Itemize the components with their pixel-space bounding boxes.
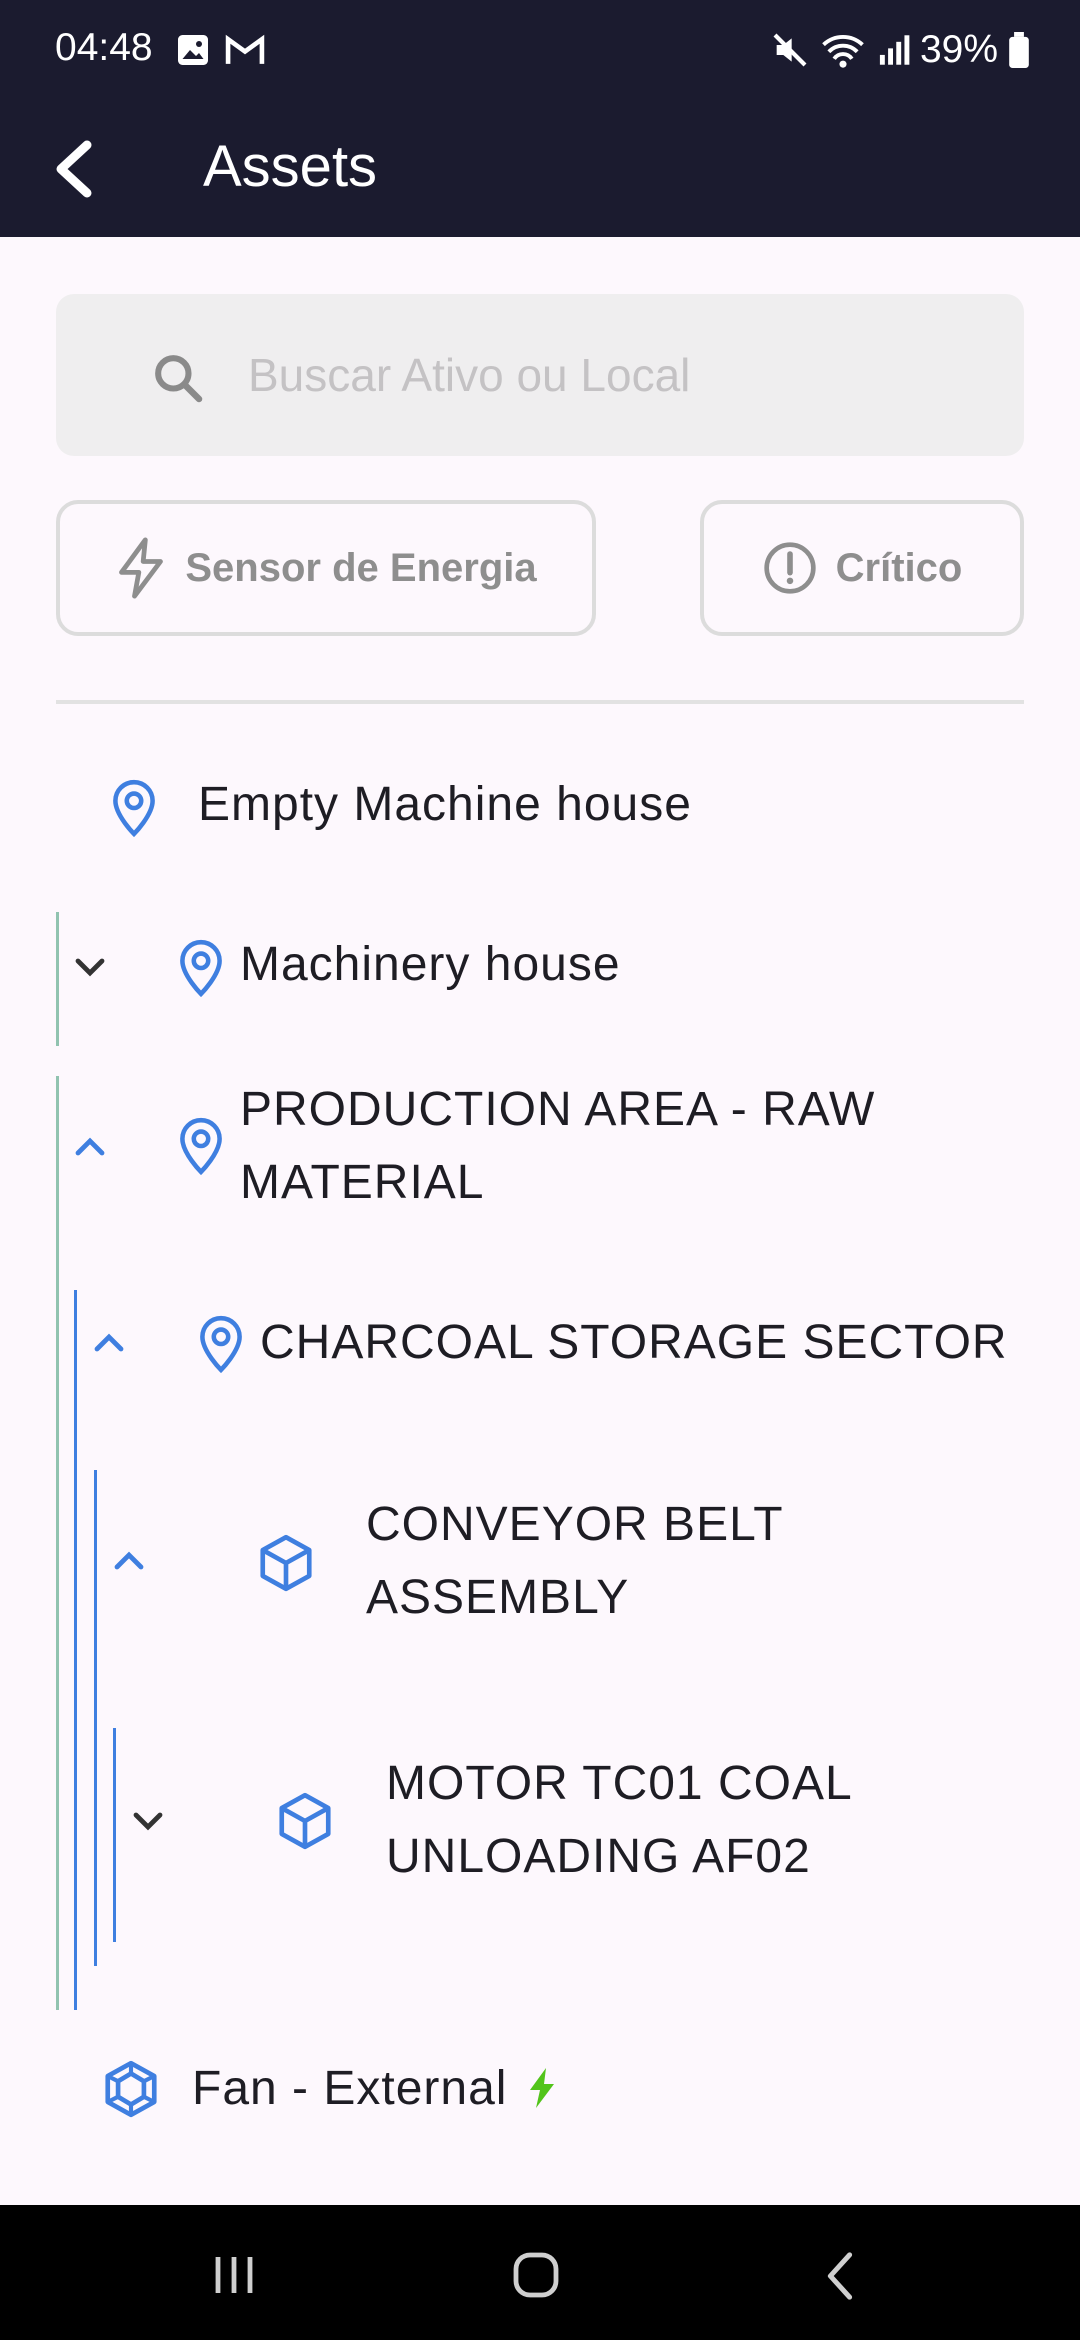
tree-guide-line	[74, 1290, 77, 2010]
tree-item-label: Empty Machine house	[198, 778, 692, 831]
location-pin-icon	[200, 1316, 242, 1374]
mute-icon	[773, 33, 807, 67]
location-pin-icon	[180, 940, 222, 998]
chevron-down-icon[interactable]	[130, 1806, 166, 1836]
energy-sensor-filter-button[interactable]: Sensor de Energia	[56, 500, 596, 636]
lightning-icon	[119, 537, 164, 599]
tree-item-label-line2: ASSEMBLY	[366, 1571, 630, 1624]
page-title: Assets	[203, 134, 378, 199]
system-navigation-bar	[0, 2205, 1080, 2340]
recent-apps-icon[interactable]	[210, 2253, 258, 2297]
search-icon	[155, 355, 203, 403]
app-bar: Assets	[0, 100, 1080, 237]
divider	[56, 700, 1024, 704]
tree-item-label: CHARCOAL STORAGE SECTOR	[260, 1316, 1008, 1369]
tree-item-label: Machinery house	[240, 938, 621, 991]
energy-sensor-icon	[530, 2068, 554, 2108]
location-pin-icon	[113, 780, 155, 838]
component-icon	[105, 2060, 157, 2118]
chevron-down-icon[interactable]	[72, 952, 108, 982]
cube-icon	[260, 1534, 312, 1592]
chevron-up-icon[interactable]	[72, 1132, 108, 1162]
back-button[interactable]	[38, 130, 108, 208]
home-icon[interactable]	[512, 2251, 560, 2299]
tree-item-label-line1: CONVEYOR BELT	[366, 1498, 784, 1551]
energy-filter-label: Sensor de Energia	[185, 545, 537, 590]
search-input[interactable]	[246, 334, 1010, 416]
tree-item-label-line1: MOTOR TC01 COAL	[386, 1757, 853, 1810]
cube-icon	[279, 1792, 331, 1850]
status-bar: 04:48 39%	[0, 0, 1080, 100]
tree-item-label-line2: UNLOADING AF02	[386, 1830, 811, 1883]
chevron-up-icon[interactable]	[91, 1328, 127, 1358]
alert-circle-icon	[763, 542, 816, 594]
battery-icon	[1009, 32, 1029, 68]
tree-item-label: Fan - External	[192, 2062, 508, 2115]
tree-item-label-line1: PRODUCTION AREA - RAW	[240, 1083, 876, 1136]
gmail-icon	[225, 34, 265, 64]
tree-guide-line	[56, 912, 59, 1046]
status-time: 04:48	[55, 26, 153, 69]
signal-icon	[879, 35, 910, 65]
location-pin-icon	[180, 1118, 222, 1176]
critical-filter-label: Crítico	[835, 545, 963, 590]
chevron-up-icon[interactable]	[111, 1546, 147, 1576]
tree-guide-line	[113, 1728, 116, 1942]
back-nav-icon[interactable]	[822, 2251, 858, 2301]
back-arrow-icon	[56, 140, 92, 198]
wifi-icon	[822, 35, 864, 68]
tree-guide-line	[56, 1076, 59, 2010]
tree-item-label-line2: MATERIAL	[240, 1156, 485, 1209]
search-bar[interactable]	[56, 294, 1024, 456]
battery-percentage: 39%	[919, 28, 998, 71]
image-icon	[178, 35, 208, 65]
tree-guide-line	[94, 1470, 97, 1966]
critical-filter-button[interactable]: Crítico	[700, 500, 1024, 636]
